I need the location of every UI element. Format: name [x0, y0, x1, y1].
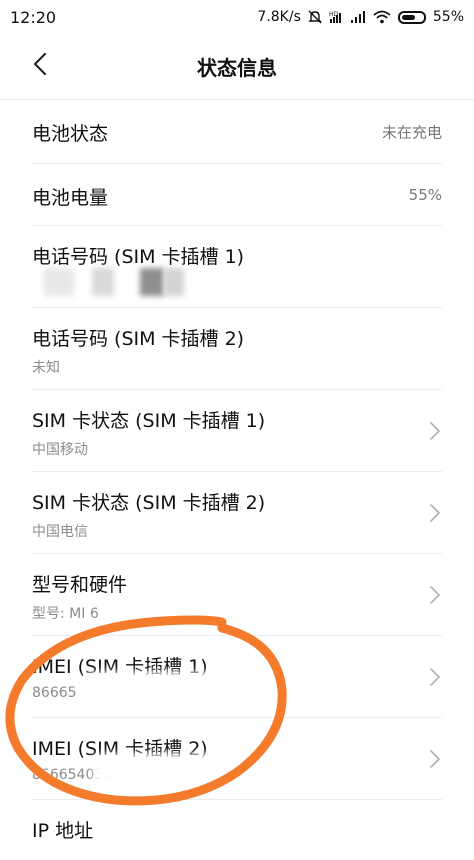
row-label: SIM 卡状态 (SIM 卡插槽 1) — [32, 410, 266, 432]
row-label: 电话号码 (SIM 卡插槽 2) — [32, 328, 245, 350]
signal-icon — [350, 11, 365, 23]
row-label: 电话号码 (SIM 卡插槽 1) — [32, 246, 245, 268]
imei-sim2-row[interactable]: IMEI (SIM 卡插槽 2) 866654036 — [32, 718, 442, 800]
chevron-right-icon — [430, 503, 440, 522]
battery-icon — [397, 10, 426, 24]
row-label: IP 地址 — [32, 820, 94, 842]
chevron-left-icon — [33, 52, 47, 76]
row-label: 电池电量 — [32, 187, 109, 209]
row-value: 55% — [408, 185, 442, 204]
chevron-right-icon — [430, 667, 440, 686]
row-sub: 中国移动 — [32, 442, 88, 458]
status-icons: 7.8K/s HD 55% — [257, 9, 464, 25]
row-label: 型号和硬件 — [32, 574, 128, 596]
redacted-patch — [164, 268, 184, 296]
redacted-patch — [86, 672, 266, 702]
imei-sim1-row[interactable]: IMEI (SIM 卡插槽 1) 86665 — [32, 636, 442, 718]
network-speed: 7.8K/s — [257, 9, 301, 25]
row-label: 电池状态 — [32, 123, 109, 145]
hd-icon: HD — [329, 11, 341, 23]
redacted-patch — [44, 268, 74, 296]
wifi-icon — [373, 10, 391, 24]
row-sub: 中国电信 — [32, 524, 88, 540]
phone-number-sim2-row: 电话号码 (SIM 卡插槽 2) 未知 — [32, 308, 442, 390]
battery-level-row: 电池电量 55% — [32, 164, 442, 226]
battery-status-row: 电池状态 未在充电 — [32, 100, 442, 164]
row-label: SIM 卡状态 (SIM 卡插槽 2) — [32, 492, 266, 514]
page-title: 状态信息 — [197, 56, 277, 80]
sim1-status-row[interactable]: SIM 卡状态 (SIM 卡插槽 1) 中国移动 — [32, 390, 442, 472]
ip-address-row[interactable]: IP 地址 — [32, 800, 442, 860]
mute-icon — [308, 10, 322, 24]
chevron-right-icon — [430, 421, 440, 440]
row-sub: 未知 — [32, 360, 60, 376]
sim2-status-row[interactable]: SIM 卡状态 (SIM 卡插槽 2) 中国电信 — [32, 472, 442, 554]
settings-list: 电池状态 未在充电 电池电量 55% 电话号码 (SIM 卡插槽 1) 电话号码… — [0, 100, 474, 860]
status-bar: 12:20 7.8K/s HD 55% — [0, 0, 474, 34]
model-hardware-row[interactable]: 型号和硬件 型号: MI 6 — [32, 554, 442, 636]
row-value: 未在充电 — [381, 123, 442, 141]
redacted-patch — [92, 268, 114, 296]
chevron-right-icon — [430, 585, 440, 604]
redacted-patch — [140, 268, 164, 296]
phone-number-sim1-row: 电话号码 (SIM 卡插槽 1) — [32, 226, 442, 308]
chevron-right-icon — [430, 749, 440, 768]
redacted-patch — [94, 754, 274, 784]
title-bar: 状态信息 — [0, 34, 474, 100]
row-sub: 型号: MI 6 — [32, 606, 99, 622]
back-button[interactable] — [22, 46, 58, 82]
battery-percent: 55% — [432, 9, 464, 25]
status-time: 12:20 — [10, 7, 57, 27]
